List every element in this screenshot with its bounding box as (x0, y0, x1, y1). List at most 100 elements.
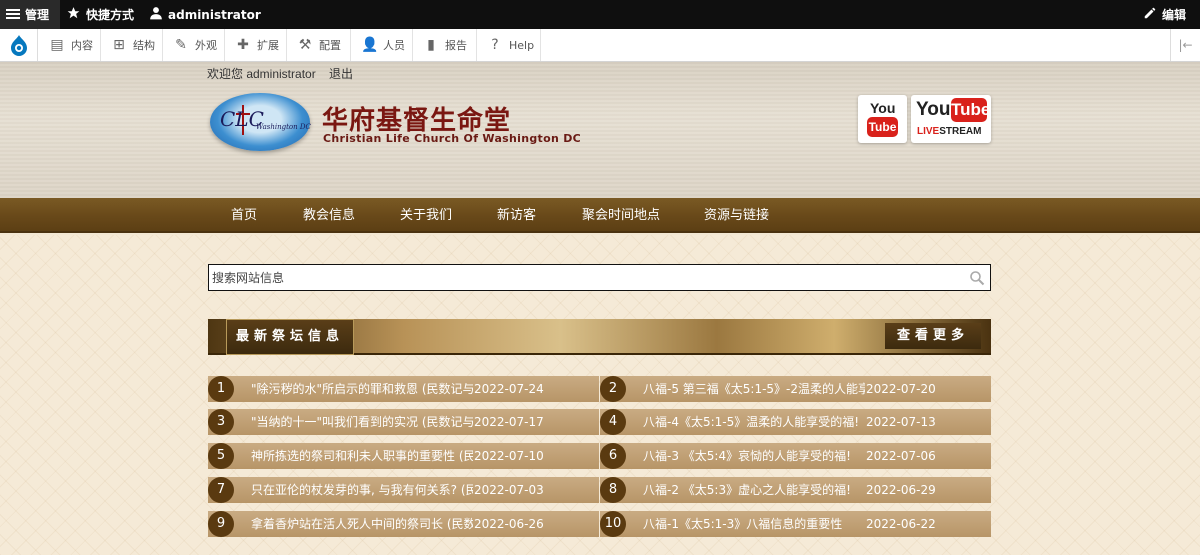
site-logo[interactable]: CLC Washington DC (210, 93, 311, 151)
sermon-row[interactable]: 3 "当纳的十一"叫我们看到的实况 (民数记与我... 2022-07-17 (208, 409, 599, 435)
tray-item-extend[interactable]: ✚ 扩展 (225, 29, 287, 61)
sermon-number: 2 (600, 376, 626, 402)
search-input[interactable] (209, 265, 949, 290)
sermon-number: 5 (208, 443, 234, 469)
shortcuts-label: 快捷方式 (86, 8, 135, 22)
manage-button[interactable]: 管理 (0, 0, 60, 29)
sermon-row[interactable]: 2 八福-5 第三福《太5:1-5》-2温柔的人能享... 2022-07-20 (600, 376, 991, 402)
structure-icon: ⊞ (113, 37, 125, 53)
pencil-icon (1143, 6, 1157, 23)
tray-label: 外观 (195, 39, 217, 52)
nav-item-church-info[interactable]: 教会信息 (303, 198, 355, 233)
user-button[interactable]: administrator (149, 0, 261, 29)
reports-icon: ▮ (427, 37, 435, 53)
welcome-text: 欢迎您 administrator (207, 67, 316, 81)
sermon-number: 9 (208, 511, 234, 537)
sermon-number: 4 (600, 409, 626, 435)
sermon-title[interactable]: 八福-1《太5:1-3》八福信息的重要性 (643, 511, 842, 537)
tray-item-reports[interactable]: ▮ 报告 (413, 29, 477, 61)
youtube-livestream-button[interactable]: You Tube LIVESTREAM (911, 95, 991, 143)
sermon-number: 10 (600, 511, 626, 537)
user-icon (149, 6, 163, 23)
appearance-icon: ✎ (175, 37, 187, 53)
star-icon (66, 6, 81, 23)
user-label: administrator (168, 7, 261, 22)
view-more-button[interactable]: 查看更多 (885, 323, 981, 349)
main-nav: 首页 教会信息 关于我们 新访客 聚会时间地点 资源与链接 (0, 198, 1200, 233)
collapse-icon: |← (1178, 38, 1193, 52)
sermon-title[interactable]: 八福-2 《太5:3》虚心之人能享受的福! (643, 477, 851, 503)
sermon-title[interactable]: 拿着香炉站在活人死人中间的祭司长 (民数... (251, 511, 473, 537)
tray-item-structure[interactable]: ⊞ 结构 (101, 29, 163, 61)
search-icon[interactable] (969, 270, 985, 289)
content-icon: ▤ (50, 37, 64, 53)
main-content: 最新祭坛信息 查看更多 1 "除污秽的水"所启示的罪和救恩 (民数记与我... … (0, 235, 1200, 555)
nav-item-new-visitors[interactable]: 新访客 (497, 198, 536, 233)
youtube-button[interactable]: You Tube (858, 95, 907, 143)
shortcuts-button[interactable]: 快捷方式 (66, 0, 134, 29)
manage-label: 管理 (25, 8, 50, 22)
tray-item-content[interactable]: ▤ 内容 (39, 29, 101, 61)
site-name-english[interactable]: Christian Life Church Of Washington DC (323, 132, 581, 145)
sermon-date: 2022-07-03 (474, 483, 544, 497)
sermon-row[interactable]: 7 只在亚伦的杖发芽的事, 与我有何关系? (民... 2022-07-03 (208, 477, 599, 503)
sermon-number: 7 (208, 477, 234, 503)
sermon-date: 2022-07-06 (866, 449, 936, 463)
tray-item-appearance[interactable]: ✎ 外观 (163, 29, 225, 61)
tray-item-config[interactable]: ⚒ 配置 (287, 29, 351, 61)
tray-label: 人员 (383, 39, 405, 52)
config-icon: ⚒ (298, 37, 312, 53)
sermon-title[interactable]: "当纳的十一"叫我们看到的实况 (民数记与我... (251, 409, 473, 435)
tray-label: 内容 (71, 39, 93, 52)
nav-item-meeting-times[interactable]: 聚会时间地点 (582, 198, 660, 233)
sermon-date: 2022-07-24 (474, 382, 544, 396)
sermon-number: 8 (600, 477, 626, 503)
admin-toolbar: 管理 快捷方式 administrator 编辑 (0, 0, 1200, 29)
logout-link[interactable]: 退出 (329, 67, 353, 81)
sermon-date: 2022-07-17 (474, 415, 544, 429)
edit-button[interactable]: 编辑 (1143, 0, 1186, 29)
sermon-title[interactable]: 八福-4《太5:1-5》温柔的人能享受的福! (643, 409, 859, 435)
site-header: 欢迎您 administrator 退出 CLC Washington DC 华… (0, 62, 1200, 198)
sermon-title[interactable]: 八福-3 《太5:4》哀恸的人能享受的福! (643, 443, 851, 469)
sermon-row[interactable]: 5 神所拣选的祭司和利未人职事的重要性 (民... 2022-07-10 (208, 443, 599, 469)
sermon-row[interactable]: 8 八福-2 《太5:3》虚心之人能享受的福! 2022-06-29 (600, 477, 991, 503)
tray-item-help[interactable]: ? Help (477, 29, 541, 61)
logo-subtext: Washington DC (256, 123, 311, 131)
nav-item-home[interactable]: 首页 (231, 198, 257, 233)
sermon-date: 2022-06-26 (474, 517, 544, 531)
extend-icon: ✚ (237, 37, 249, 53)
nav-item-about[interactable]: 关于我们 (400, 198, 452, 233)
menu-icon (6, 9, 20, 20)
sermon-row[interactable]: 10 八福-1《太5:1-3》八福信息的重要性 2022-06-22 (600, 511, 991, 537)
sermon-title[interactable]: "除污秽的水"所启示的罪和救恩 (民数记与我... (251, 376, 473, 402)
tray-collapse-button[interactable]: |← (1170, 29, 1200, 61)
tray-item-people[interactable]: 👤 人员 (351, 29, 413, 61)
sermon-date: 2022-07-13 (866, 415, 936, 429)
welcome-bar: 欢迎您 administrator 退出 (207, 65, 353, 82)
sermon-row[interactable]: 1 "除污秽的水"所启示的罪和救恩 (民数记与我... 2022-07-24 (208, 376, 599, 402)
youtube-tube-text: Tube (951, 98, 990, 122)
nav-item-resources[interactable]: 资源与链接 (704, 198, 769, 233)
sermon-row[interactable]: 9 拿着香炉站在活人死人中间的祭司长 (民数... 2022-06-26 (208, 511, 599, 537)
help-icon: ? (491, 37, 499, 53)
tray-label: 报告 (445, 39, 467, 52)
sermon-title[interactable]: 八福-5 第三福《太5:1-5》-2温柔的人能享... (643, 376, 865, 402)
sermon-title[interactable]: 神所拣选的祭司和利未人职事的重要性 (民... (251, 443, 473, 469)
tray-label: 配置 (319, 39, 341, 52)
sermon-date: 2022-07-10 (474, 449, 544, 463)
search-box (208, 264, 991, 291)
sermon-row[interactable]: 6 八福-3 《太5:4》哀恸的人能享受的福! 2022-07-06 (600, 443, 991, 469)
sermon-row[interactable]: 4 八福-4《太5:1-5》温柔的人能享受的福! 2022-07-13 (600, 409, 991, 435)
people-icon: 👤 (361, 37, 379, 53)
edit-label: 编辑 (1161, 8, 1186, 22)
youtube-you-text: You (870, 100, 896, 116)
drupal-logo-button[interactable] (0, 29, 38, 61)
sermon-title[interactable]: 只在亚伦的杖发芽的事, 与我有何关系? (民... (251, 477, 473, 503)
sermon-number: 6 (600, 443, 626, 469)
section-banner: 最新祭坛信息 查看更多 (208, 319, 991, 355)
tray-label: Help (509, 38, 535, 52)
sermon-number: 1 (208, 376, 234, 402)
sermon-date: 2022-06-29 (866, 483, 936, 497)
youtube-you-text: You (916, 99, 951, 120)
